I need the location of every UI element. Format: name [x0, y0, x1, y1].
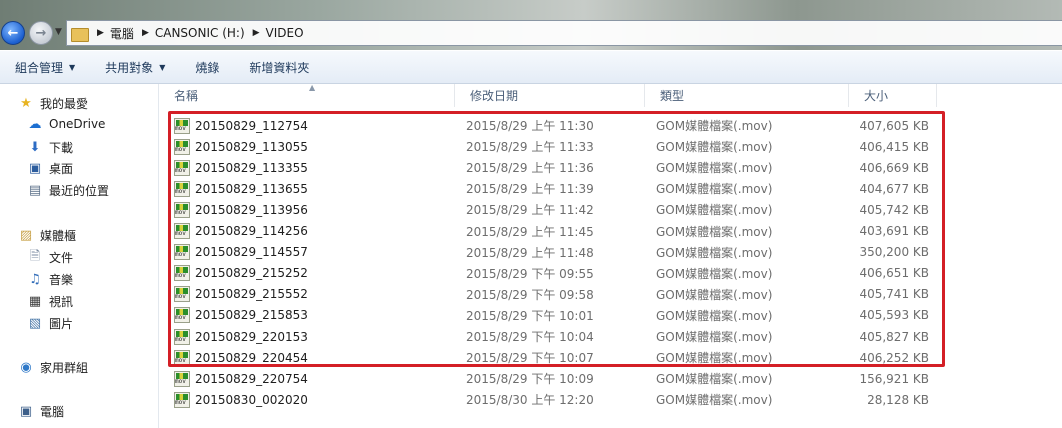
- nav-label: 最近的位置: [49, 184, 110, 198]
- nav-label: 電腦: [40, 405, 65, 419]
- desktop-icon: ▣: [28, 161, 42, 176]
- star-icon: ★: [20, 96, 32, 111]
- file-type: GOM媒體檔案(.mov): [656, 393, 773, 408]
- file-date: 2015/8/29 下午 10:09: [466, 372, 594, 387]
- column-header-size[interactable]: 大小: [849, 84, 937, 107]
- chevron-down-icon: ▼: [55, 27, 62, 37]
- back-button[interactable]: ←: [1, 21, 25, 45]
- share-menu[interactable]: 共用對象 ▼: [90, 59, 180, 76]
- nav-label: 我的最愛: [40, 97, 89, 111]
- recent-places-icon: ▤: [28, 183, 42, 198]
- nav-label: 圖片: [49, 317, 74, 331]
- nav-desktop[interactable]: ▣ 桌面: [27, 160, 73, 177]
- breadcrumb-drive[interactable]: CANSONIC (H:): [155, 26, 245, 40]
- column-label: 修改日期: [470, 89, 519, 103]
- library-icon: ▨: [19, 228, 33, 243]
- address-area: ← → ▼ ▶ 電腦 ▶ CANSONIC (H:) ▶ VIDEO: [0, 0, 1062, 50]
- breadcrumb-separator-icon[interactable]: ▶: [97, 28, 104, 38]
- organize-menu[interactable]: 組合管理 ▼: [0, 59, 90, 76]
- nav-label: 媒體櫃: [40, 229, 77, 243]
- file-row[interactable]: 20150830_002020 2015/8/30 上午 12:20 GOM媒體檔案…: [169, 389, 939, 410]
- breadcrumb-separator-icon[interactable]: ▶: [253, 28, 260, 38]
- red-highlight-box: [168, 111, 945, 367]
- film-icon: ▦: [28, 294, 42, 309]
- breadcrumb-separator-icon[interactable]: ▶: [142, 28, 149, 38]
- breadcrumb-computer[interactable]: 電腦: [110, 25, 134, 42]
- mov-file-icon: [174, 370, 190, 387]
- column-header-name[interactable]: 名稱: [159, 84, 455, 107]
- nav-label: 桌面: [49, 162, 74, 176]
- music-icon: ♫: [29, 272, 41, 287]
- picture-icon: ▧: [28, 316, 42, 331]
- column-header-type[interactable]: 類型: [645, 84, 849, 107]
- forward-arrow-icon: →: [35, 25, 47, 41]
- file-row[interactable]: 20150829_220754 2015/8/29 下午 10:09 GOM媒體檔案…: [169, 368, 939, 389]
- nav-label: 下載: [49, 141, 74, 155]
- command-toolbar: 組合管理 ▼ 共用對象 ▼ 燒錄 新增資料夾: [0, 51, 1062, 84]
- nav-videos[interactable]: ▦ 視訊: [27, 293, 73, 310]
- column-header-date[interactable]: 修改日期: [455, 84, 645, 107]
- nav-documents[interactable]: 🗎 文件: [27, 249, 73, 266]
- document-icon: 🗎: [29, 248, 41, 264]
- cloud-icon: ☁: [28, 116, 42, 132]
- nav-onedrive[interactable]: ☁ OneDrive: [27, 116, 106, 132]
- file-size: 156,921 KB: [859, 371, 929, 386]
- nav-music[interactable]: ♫ 音樂: [27, 271, 73, 288]
- column-label: 大小: [864, 89, 889, 103]
- nav-libraries[interactable]: ▨ 媒體櫃: [18, 227, 76, 244]
- caret-down-icon: ▼: [69, 62, 76, 72]
- burn-label: 燒錄: [195, 60, 220, 75]
- file-date: 2015/8/30 上午 12:20: [466, 393, 594, 408]
- new-folder-label: 新增資料夾: [249, 60, 310, 75]
- organize-label: 組合管理: [15, 60, 64, 75]
- file-name: 20150829_220754: [195, 371, 308, 386]
- folder-icon: [71, 26, 89, 42]
- column-label: 類型: [660, 89, 685, 103]
- nav-favorites[interactable]: ★ 我的最愛: [18, 95, 88, 112]
- new-folder-button[interactable]: 新增資料夾: [234, 59, 324, 76]
- file-name: 20150830_002020: [195, 392, 308, 407]
- caret-down-icon: ▼: [159, 62, 166, 72]
- address-bar[interactable]: ▶ 電腦 ▶ CANSONIC (H:) ▶ VIDEO: [66, 20, 1062, 46]
- share-label: 共用對象: [105, 60, 154, 75]
- nav-downloads[interactable]: ⬇ 下載: [27, 139, 73, 156]
- history-dropdown[interactable]: ▼: [55, 27, 62, 37]
- download-icon: ⬇: [29, 140, 41, 155]
- file-type: GOM媒體檔案(.mov): [656, 372, 773, 387]
- nav-label: 文件: [49, 251, 74, 265]
- navigation-pane: ★ 我的最愛 ☁ OneDrive ⬇ 下載 ▣ 桌面 ▤ 最近的位置 ▨ 媒體櫃 🗎 文件 …: [0, 84, 159, 428]
- column-label: 名稱: [174, 89, 199, 103]
- nav-label: 家用群組: [40, 361, 89, 375]
- nav-label: 音樂: [49, 273, 74, 287]
- nav-label: 視訊: [49, 295, 74, 309]
- nav-homegroup[interactable]: ◉ 家用群組: [18, 359, 88, 376]
- file-name-cell: 20150830_002020: [174, 391, 308, 408]
- forward-button[interactable]: →: [29, 21, 53, 45]
- breadcrumb-video[interactable]: VIDEO: [266, 26, 304, 40]
- nav-computer[interactable]: ▣ 電腦: [18, 403, 64, 420]
- mov-file-icon: [174, 391, 190, 408]
- nav-recent[interactable]: ▤ 最近的位置: [27, 182, 109, 199]
- computer-icon: ▣: [19, 404, 33, 419]
- homegroup-icon: ◉: [20, 360, 32, 375]
- nav-label: OneDrive: [49, 117, 106, 131]
- burn-button[interactable]: 燒錄: [180, 59, 234, 76]
- file-name-cell: 20150829_220754: [174, 370, 308, 387]
- nav-pictures[interactable]: ▧ 圖片: [27, 315, 73, 332]
- back-arrow-icon: ←: [7, 25, 19, 41]
- file-size: 28,128 KB: [867, 392, 929, 407]
